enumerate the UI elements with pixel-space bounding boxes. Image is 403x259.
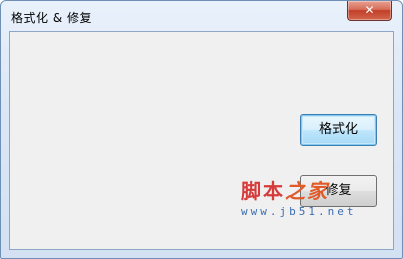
window-title: 格式化 & 修复	[11, 11, 92, 25]
watermark-logo-main: 脚本	[241, 179, 285, 203]
watermark-url: www.jb51.net	[241, 205, 357, 218]
dialog-window: 格式化 & 修复 ✕ 格式化 修复 脚本之家 www.jb51.net	[0, 0, 403, 259]
format-button[interactable]: 格式化	[300, 114, 377, 146]
close-icon: ✕	[364, 3, 375, 17]
title-bar[interactable]: 格式化 & 修复 ✕	[1, 1, 402, 31]
watermark-logo-accent: 之家	[285, 179, 329, 203]
watermark: 脚本之家 www.jb51.net	[241, 175, 391, 225]
watermark-logo: 脚本之家	[241, 175, 329, 204]
close-button[interactable]: ✕	[347, 1, 392, 21]
